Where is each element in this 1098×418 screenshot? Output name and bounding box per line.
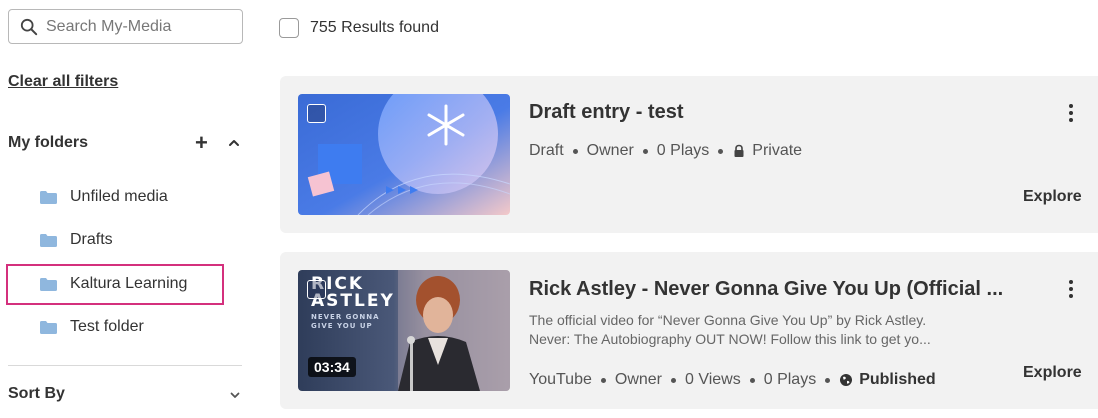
search-box[interactable] [8, 9, 243, 44]
sidebar: Clear all filters My folders + Unfiled m… [0, 0, 260, 418]
sidebar-divider [8, 365, 242, 366]
entry-status: Published [859, 371, 936, 388]
folder-label: Kaltura Learning [70, 275, 188, 292]
my-folders-title: My folders [8, 134, 89, 151]
my-folders-header: My folders + [8, 130, 241, 156]
chevron-down-icon [230, 392, 240, 398]
folder-icon [40, 190, 57, 204]
description-line: Never: The Autobiography OUT NOW! Follow… [529, 331, 931, 347]
entry-meta: Draft Owner 0 Plays Private [529, 142, 802, 160]
entry-thumbnail[interactable] [298, 94, 510, 215]
folder-item-kaltura-learning[interactable]: Kaltura Learning [40, 273, 187, 295]
search-icon [20, 18, 38, 35]
entry-thumbnail[interactable]: RICK ASTLEY NEVER GONNA GIVE YOU UP 03:3… [298, 270, 510, 391]
entry-plays: 0 Plays [656, 142, 710, 159]
folder-item-test-folder[interactable]: Test folder [40, 316, 144, 338]
thumbnail-text-line: NEVER GONNA [311, 313, 380, 321]
separator-dot [572, 148, 578, 154]
more-options-icon[interactable] [1066, 279, 1076, 299]
add-folder-button[interactable]: + [195, 130, 208, 156]
entry-plays: 0 Plays [763, 371, 817, 388]
description-line: The official video for “Never Gonna Give… [529, 312, 927, 328]
separator-dot [718, 148, 724, 154]
explore-button[interactable]: Explore [1023, 364, 1082, 382]
search-input[interactable] [46, 17, 236, 36]
entry-views: 0 Views [685, 371, 741, 388]
folder-icon [40, 277, 57, 291]
separator-dot [671, 377, 676, 383]
select-all-checkbox[interactable] [279, 18, 299, 38]
folder-item-unfiled-media[interactable]: Unfiled media [40, 186, 168, 208]
separator-dot [825, 377, 831, 383]
folder-icon [40, 320, 57, 334]
draft-thumbnail-art [298, 94, 510, 215]
entry-source: YouTube [529, 371, 592, 388]
results-bar: 755 Results found [279, 18, 439, 38]
entry-meta: YouTube Owner 0 Views 0 Plays Published [529, 371, 936, 389]
entry-type: Draft [529, 142, 564, 159]
globe-icon [840, 374, 853, 386]
entry-owner: Owner [614, 371, 662, 388]
entry-description: The official video for “Never Gonna Give… [529, 311, 999, 349]
separator-dot [749, 377, 755, 383]
more-options-icon[interactable] [1066, 103, 1076, 123]
entry-owner: Owner [586, 142, 634, 159]
duration-badge: 03:34 [308, 357, 356, 377]
sort-by-dropdown[interactable]: Sort By [8, 385, 240, 407]
separator-dot [642, 148, 648, 154]
entry-status: Private [752, 142, 803, 159]
entry-title[interactable]: Draft entry - test [529, 101, 683, 124]
entry-card: Draft entry - test Draft Owner 0 Plays P… [280, 76, 1098, 233]
folder-icon [40, 233, 57, 247]
folder-item-drafts[interactable]: Drafts [40, 229, 113, 251]
entry-select-checkbox[interactable] [307, 280, 326, 299]
results-count: 755 Results found [310, 19, 439, 36]
lock-icon [734, 144, 744, 157]
entry-card: RICK ASTLEY NEVER GONNA GIVE YOU UP 03:3… [280, 252, 1098, 409]
chevron-up-icon[interactable] [227, 136, 241, 150]
folder-label: Test folder [70, 318, 144, 335]
folder-label: Unfiled media [70, 188, 168, 205]
entry-select-checkbox[interactable] [307, 104, 326, 123]
sort-by-label: Sort By [8, 385, 65, 402]
thumbnail-text-line: GIVE YOU UP [311, 322, 373, 330]
separator-dot [600, 377, 606, 383]
folder-label: Drafts [70, 231, 113, 248]
explore-button[interactable]: Explore [1023, 188, 1082, 206]
entry-title[interactable]: Rick Astley - Never Gonna Give You Up (O… [529, 278, 1003, 301]
clear-all-filters-link[interactable]: Clear all filters [8, 73, 118, 91]
